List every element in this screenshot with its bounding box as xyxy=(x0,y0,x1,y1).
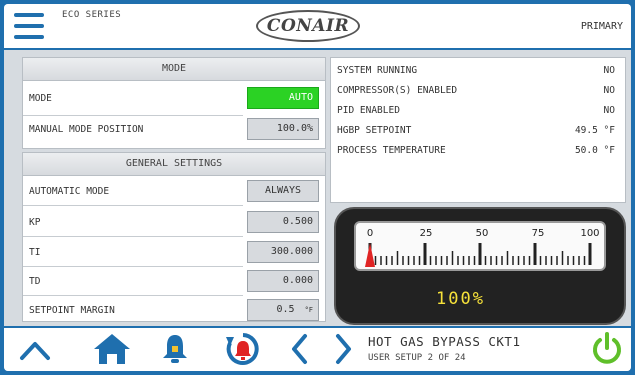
conair-logo: CONAIR xyxy=(256,10,360,42)
automatic-mode-label: AUTOMATIC MODE xyxy=(29,186,110,197)
gauge-tick-label: 75 xyxy=(532,228,545,239)
td-label: TD xyxy=(29,276,41,287)
mode-value-button[interactable]: AUTO xyxy=(247,87,319,109)
setpoint-margin-value: 0.5 xyxy=(276,304,295,315)
screen-subtitle: USER SETUP 2 OF 24 xyxy=(368,353,466,363)
setpoint-margin-label: SETPOINT MARGIN xyxy=(29,305,115,316)
status-row: HGBP SETPOINT 49.5 °F xyxy=(337,125,615,136)
divider xyxy=(23,236,243,237)
divider xyxy=(23,115,243,116)
process-temperature-label: PROCESS TEMPERATURE xyxy=(337,145,446,156)
role-label: PRIMARY xyxy=(580,21,623,32)
gauge-readout: 100% xyxy=(436,289,485,309)
status-row: COMPRESSOR(S) ENABLED NO xyxy=(337,85,615,96)
home-icon[interactable] xyxy=(92,332,132,366)
ti-field[interactable]: 300.000 xyxy=(247,241,319,263)
status-panel: SYSTEM RUNNING NO COMPRESSOR(S) ENABLED … xyxy=(330,57,626,203)
compressors-enabled-label: COMPRESSOR(S) ENABLED xyxy=(337,85,458,96)
left-chevron-icon[interactable] xyxy=(289,332,311,366)
gauge-tick-label: 50 xyxy=(476,228,489,239)
kp-label: KP xyxy=(29,217,41,228)
series-label: ECO SERIES xyxy=(62,10,122,20)
hmi-screen: ECO SERIES CONAIR PRIMARY MODE MODE AUTO… xyxy=(4,4,631,371)
header-bar: ECO SERIES CONAIR PRIMARY xyxy=(4,4,631,50)
gauge-tick-marks xyxy=(368,243,592,265)
mode-panel: MODE MODE AUTO MANUAL MODE POSITION 100.… xyxy=(22,57,326,149)
up-arrow-icon[interactable] xyxy=(18,334,52,366)
compressors-enabled-value: NO xyxy=(603,85,615,96)
gauge-dial: 0 25 50 75 100 xyxy=(354,221,606,271)
mode-panel-title: MODE xyxy=(23,58,325,81)
valve-position-gauge: 0 25 50 75 100 100% xyxy=(334,207,626,325)
bell-icon[interactable] xyxy=(160,332,190,366)
alarm-reset-icon[interactable] xyxy=(224,331,262,367)
gauge-tick-label: 0 xyxy=(367,228,373,239)
ti-label: TI xyxy=(29,247,41,258)
hgbp-setpoint-label: HGBP SETPOINT xyxy=(337,125,412,136)
setpoint-margin-field[interactable]: 0.5 °F xyxy=(247,299,319,321)
status-row: SYSTEM RUNNING NO xyxy=(337,65,615,76)
automatic-mode-field[interactable]: ALWAYS xyxy=(247,180,319,202)
general-settings-panel: GENERAL SETTINGS AUTOMATIC MODE ALWAYS K… xyxy=(22,152,326,322)
kp-field[interactable]: 0.500 xyxy=(247,211,319,233)
power-icon[interactable] xyxy=(590,331,624,367)
hgbp-setpoint-value: 49.5 °F xyxy=(574,125,615,136)
gauge-needle xyxy=(365,243,375,267)
divider xyxy=(23,295,243,296)
gauge-tick-label: 100 xyxy=(580,228,599,239)
status-row: PID ENABLED NO xyxy=(337,105,615,116)
manual-mode-position-field[interactable]: 100.0% xyxy=(247,118,319,140)
pid-enabled-label: PID ENABLED xyxy=(337,105,400,116)
divider xyxy=(23,266,243,267)
process-temperature-value: 50.0 °F xyxy=(574,145,615,156)
system-running-value: NO xyxy=(603,65,615,76)
footer-bar: HOT GAS BYPASS CKT1 USER SETUP 2 OF 24 xyxy=(4,326,631,371)
setpoint-margin-unit: °F xyxy=(304,306,313,314)
gauge-tick-label: 25 xyxy=(420,228,433,239)
menu-icon[interactable] xyxy=(14,13,44,41)
screen-title: HOT GAS BYPASS CKT1 xyxy=(368,334,521,349)
status-row: PROCESS TEMPERATURE 50.0 °F xyxy=(337,145,615,156)
right-chevron-icon[interactable] xyxy=(332,332,354,366)
system-running-label: SYSTEM RUNNING xyxy=(337,65,418,76)
td-field[interactable]: 0.000 xyxy=(247,270,319,292)
general-settings-title: GENERAL SETTINGS xyxy=(23,153,325,176)
pid-enabled-value: NO xyxy=(603,105,615,116)
divider xyxy=(23,205,243,206)
mode-label: MODE xyxy=(29,93,52,104)
manual-mode-position-label: MANUAL MODE POSITION xyxy=(29,124,144,135)
